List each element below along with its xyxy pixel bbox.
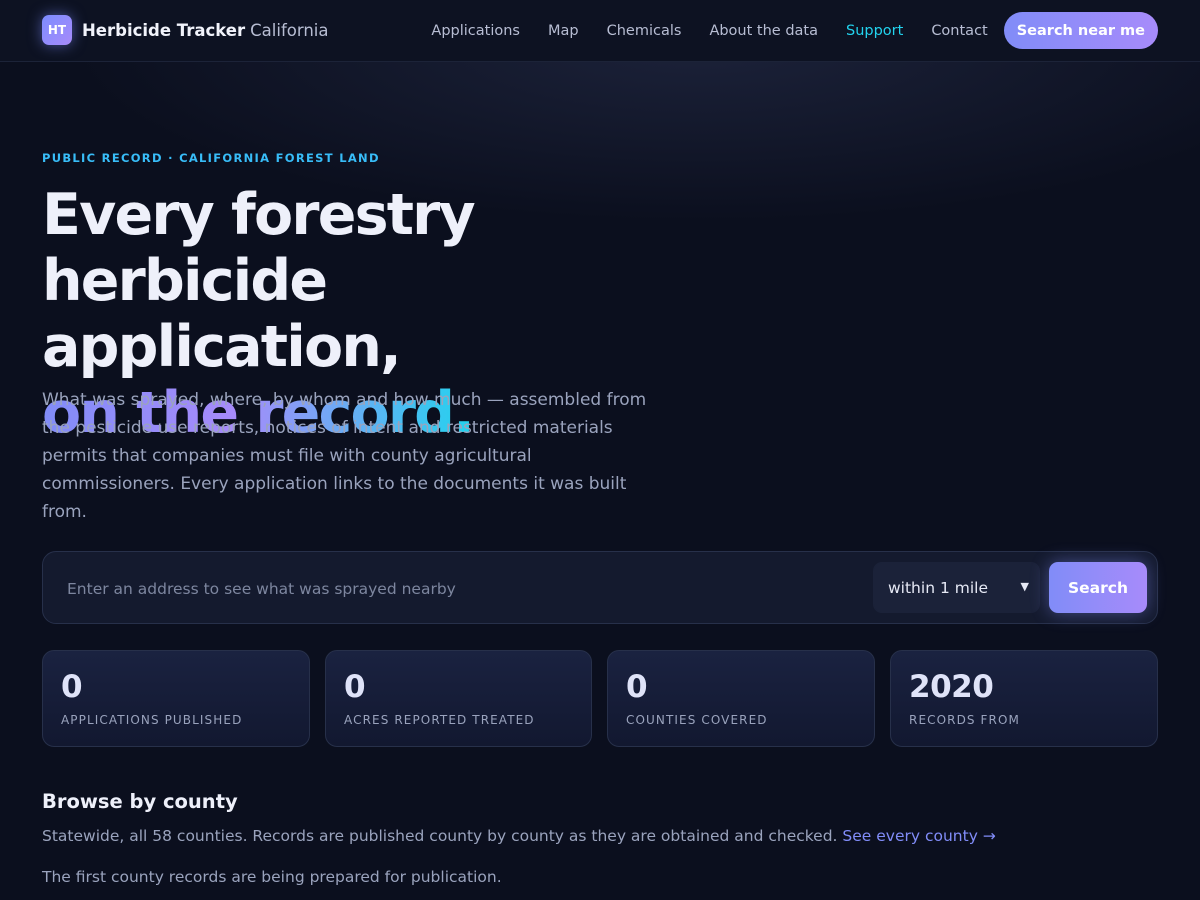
headline-line-2: herbicide application,: [42, 248, 402, 380]
hero-lede: What was sprayed, where, by whom and how…: [42, 390, 647, 522]
stats-row: 0 APPLICATIONS PUBLISHED 0 ACRES REPORTE…: [42, 650, 1158, 747]
brand-name: Herbicide Tracker: [82, 20, 246, 40]
headline-line-1: Every forestry: [42, 182, 476, 248]
nav-link-applications[interactable]: Applications: [431, 23, 520, 39]
browse-description-text: Statewide, all 58 counties. Records are …: [42, 827, 838, 845]
search-near-me-button[interactable]: Search near me: [1003, 12, 1158, 49]
stat-label: COUNTIES COVERED: [626, 713, 768, 727]
stat-value: 0: [344, 669, 366, 705]
stat-label: ACRES REPORTED TREATED: [344, 713, 535, 727]
stat-card-applications: 0 APPLICATIONS PUBLISHED: [42, 650, 310, 747]
stat-card-acres: 0 ACRES REPORTED TREATED: [325, 650, 592, 747]
nav-link-chemicals[interactable]: Chemicals: [607, 23, 682, 39]
stat-value: 0: [626, 669, 648, 705]
radius-select[interactable]: within 1 mile ▼: [873, 562, 1040, 613]
main-nav: Applications Map Chemicals About the dat…: [403, 12, 1158, 49]
stat-value: 2020: [909, 669, 994, 705]
see-every-county-link[interactable]: See every county →: [842, 827, 995, 845]
nav-link-about-the-data[interactable]: About the data: [709, 23, 818, 39]
stat-value: 0: [61, 669, 83, 705]
brand-logo-link[interactable]: HT Herbicide Tracker California: [42, 15, 329, 45]
hero-eyebrow: PUBLIC RECORD · CALIFORNIA FOREST LAND: [42, 151, 380, 165]
address-search-input[interactable]: [55, 564, 865, 613]
browse-description: Statewide, all 58 counties. Records are …: [42, 827, 1158, 845]
stat-card-records-from: 2020 RECORDS FROM: [890, 650, 1158, 747]
search-button[interactable]: Search: [1049, 562, 1147, 613]
browse-status-note: The first county records are being prepa…: [42, 868, 502, 886]
browse-by-county-heading: Browse by county: [42, 790, 238, 813]
brand-region: California: [250, 20, 329, 40]
stat-label: APPLICATIONS PUBLISHED: [61, 713, 243, 727]
stat-card-counties: 0 COUNTIES COVERED: [607, 650, 875, 747]
radius-select-value: within 1 mile: [888, 578, 988, 597]
brand-badge-icon: HT: [42, 15, 72, 45]
top-navigation-bar: HT Herbicide Tracker California Applicat…: [0, 0, 1200, 62]
nav-link-map[interactable]: Map: [548, 23, 579, 39]
chevron-down-icon: ▼: [1020, 580, 1029, 593]
nav-link-contact[interactable]: Contact: [931, 23, 987, 39]
address-search-form: within 1 mile ▼ Search: [42, 551, 1158, 624]
stat-label: RECORDS FROM: [909, 713, 1020, 727]
nav-link-support[interactable]: Support: [846, 23, 903, 39]
